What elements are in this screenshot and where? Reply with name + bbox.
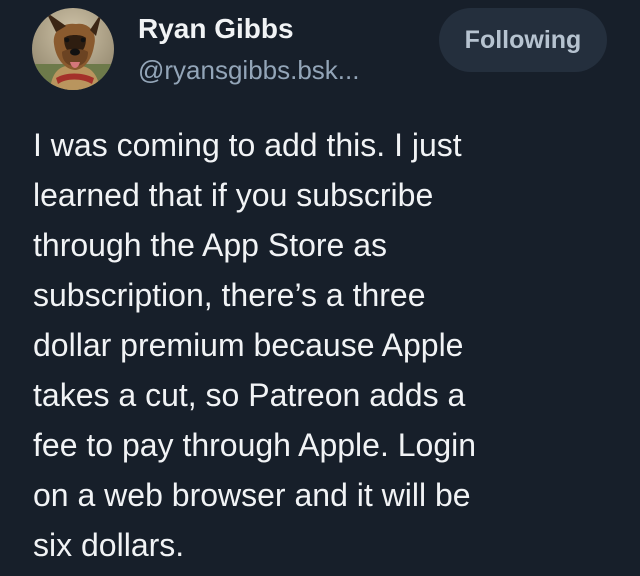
post-text-line: dollar premium because Apple (33, 327, 464, 363)
post-text-line: through the App Store as (33, 227, 388, 263)
post-text-line: subscription, there’s a three (33, 277, 426, 313)
dog-portrait-avatar-icon (32, 8, 114, 90)
author-name[interactable]: Ryan Gibbs (138, 13, 294, 45)
following-button[interactable]: Following (439, 8, 607, 72)
post-card: Ryan Gibbs @ryansgibbs.bsk... Following … (0, 0, 640, 576)
post-body: I was coming to add this. I just learned… (33, 120, 623, 570)
post-text-line: learned that if you subscribe (33, 177, 434, 213)
post-text-line: takes a cut, so Patreon adds a (33, 377, 466, 413)
post-text-line: fee to pay through Apple. Login (33, 427, 477, 463)
post-text-line: six dollars. (33, 527, 185, 563)
post-text-line: I was coming to add this. I just (33, 127, 462, 163)
post-text-line: on a web browser and it will be (33, 477, 471, 513)
avatar[interactable] (32, 8, 114, 90)
author-handle[interactable]: @ryansgibbs.bsk... (138, 55, 359, 86)
